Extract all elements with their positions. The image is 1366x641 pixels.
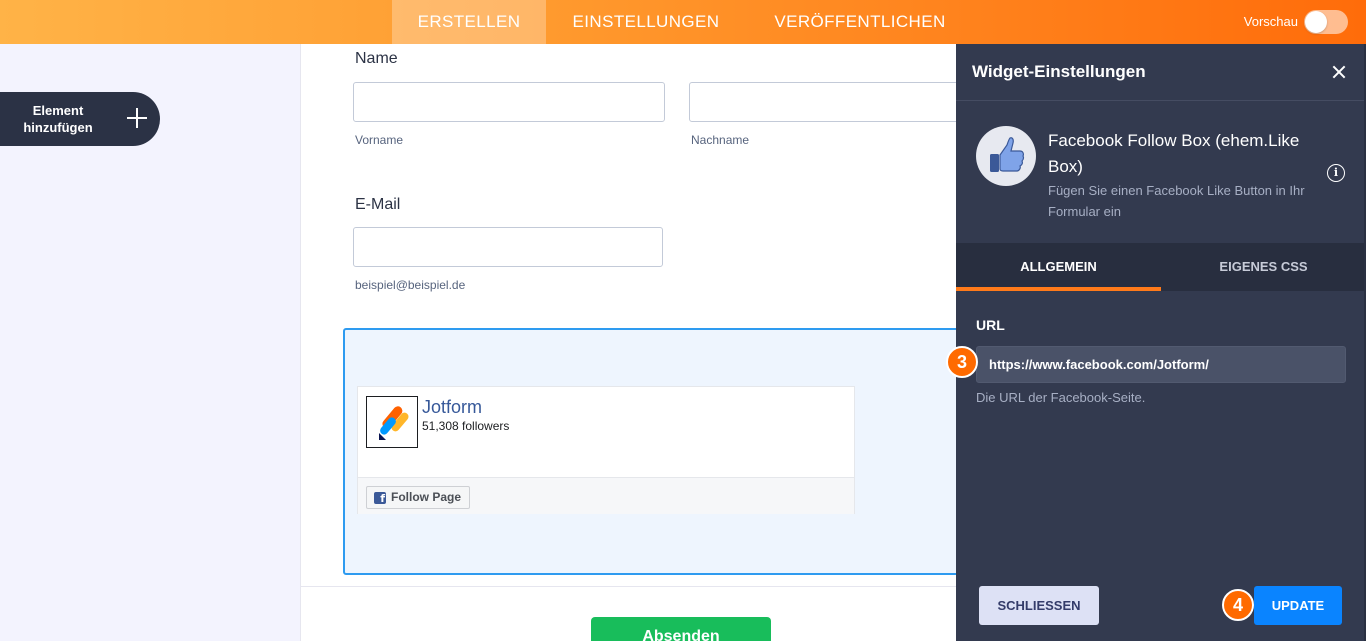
facebook-followers-count: 51,308 followers <box>422 419 510 433</box>
widget-settings-panel: Widget-Einstellungen Facebook Follow Box… <box>946 44 1366 641</box>
preview-toggle[interactable] <box>1304 10 1348 34</box>
close-icon[interactable] <box>1330 63 1348 81</box>
add-element-button[interactable]: Element hinzufügen <box>0 92 160 146</box>
email-sublabel: beispiel@beispiel.de <box>355 278 466 292</box>
widget-name: Facebook Follow Box (ehem.Like Box) <box>1048 131 1300 176</box>
update-button[interactable]: UPDATE <box>1254 586 1342 625</box>
facebook-follow-box: Jotform 51,308 followers f Follow Page <box>357 386 855 514</box>
tab-einstellungen[interactable]: EINSTELLUNGEN <box>556 0 736 44</box>
submit-button[interactable]: Absenden <box>591 617 771 641</box>
url-label: URL <box>976 317 1005 333</box>
widget-description: Fügen Sie einen Facebook Like Button in … <box>1048 183 1305 219</box>
step-badge-3: 3 <box>946 346 978 378</box>
form-canvas: Name Vorname Nachname E-Mail beispiel@be… <box>300 44 989 641</box>
top-navigation-bar: ERSTELLEN EINSTELLUNGEN VERÖFFENTLICHEN … <box>0 0 1366 44</box>
panel-tabs: ALLGEMEIN EIGENES CSS <box>956 243 1366 291</box>
divider <box>301 586 957 587</box>
follow-page-label: Follow Page <box>391 490 462 504</box>
close-button[interactable]: SCHLIESSEN <box>979 586 1099 625</box>
url-input[interactable] <box>976 346 1346 383</box>
jotform-logo-icon <box>366 396 418 448</box>
last-name-input[interactable] <box>689 82 989 122</box>
plus-icon <box>126 107 148 129</box>
email-input[interactable] <box>353 227 663 267</box>
follow-page-button[interactable]: f Follow Page <box>366 486 471 509</box>
last-name-sublabel: Nachname <box>691 133 750 147</box>
email-field-label: E-Mail <box>355 196 401 213</box>
first-name-input[interactable] <box>353 82 665 122</box>
toggle-knob <box>1305 11 1327 33</box>
facebook-page-name[interactable]: Jotform <box>422 397 482 418</box>
step-badge-4: 4 <box>1222 589 1254 621</box>
tab-erstellen[interactable]: ERSTELLEN <box>392 0 546 44</box>
facebook-widget-field[interactable]: Jotform 51,308 followers f Follow Page <box>343 328 963 575</box>
preview-label: Vorschau <box>1243 14 1298 29</box>
tab-eigenes-css[interactable]: EIGENES CSS <box>1161 243 1366 291</box>
panel-title: Widget-Einstellungen <box>972 62 1146 81</box>
thumbs-up-icon <box>976 126 1036 186</box>
facebook-icon: f <box>374 492 386 505</box>
url-hint: Die URL der Facebook-Seite. <box>976 390 1146 405</box>
add-element-label: Element hinzufügen <box>23 103 93 135</box>
tab-veroeffentlichen[interactable]: VERÖFFENTLICHEN <box>760 0 960 44</box>
info-icon[interactable]: i <box>1327 164 1345 182</box>
first-name-sublabel: Vorname <box>355 133 404 147</box>
panel-header: Widget-Einstellungen <box>956 44 1366 101</box>
facebook-card-footer: f Follow Page <box>358 477 854 514</box>
name-field-label: Name <box>355 50 398 67</box>
tab-allgemein[interactable]: ALLGEMEIN <box>956 243 1161 291</box>
